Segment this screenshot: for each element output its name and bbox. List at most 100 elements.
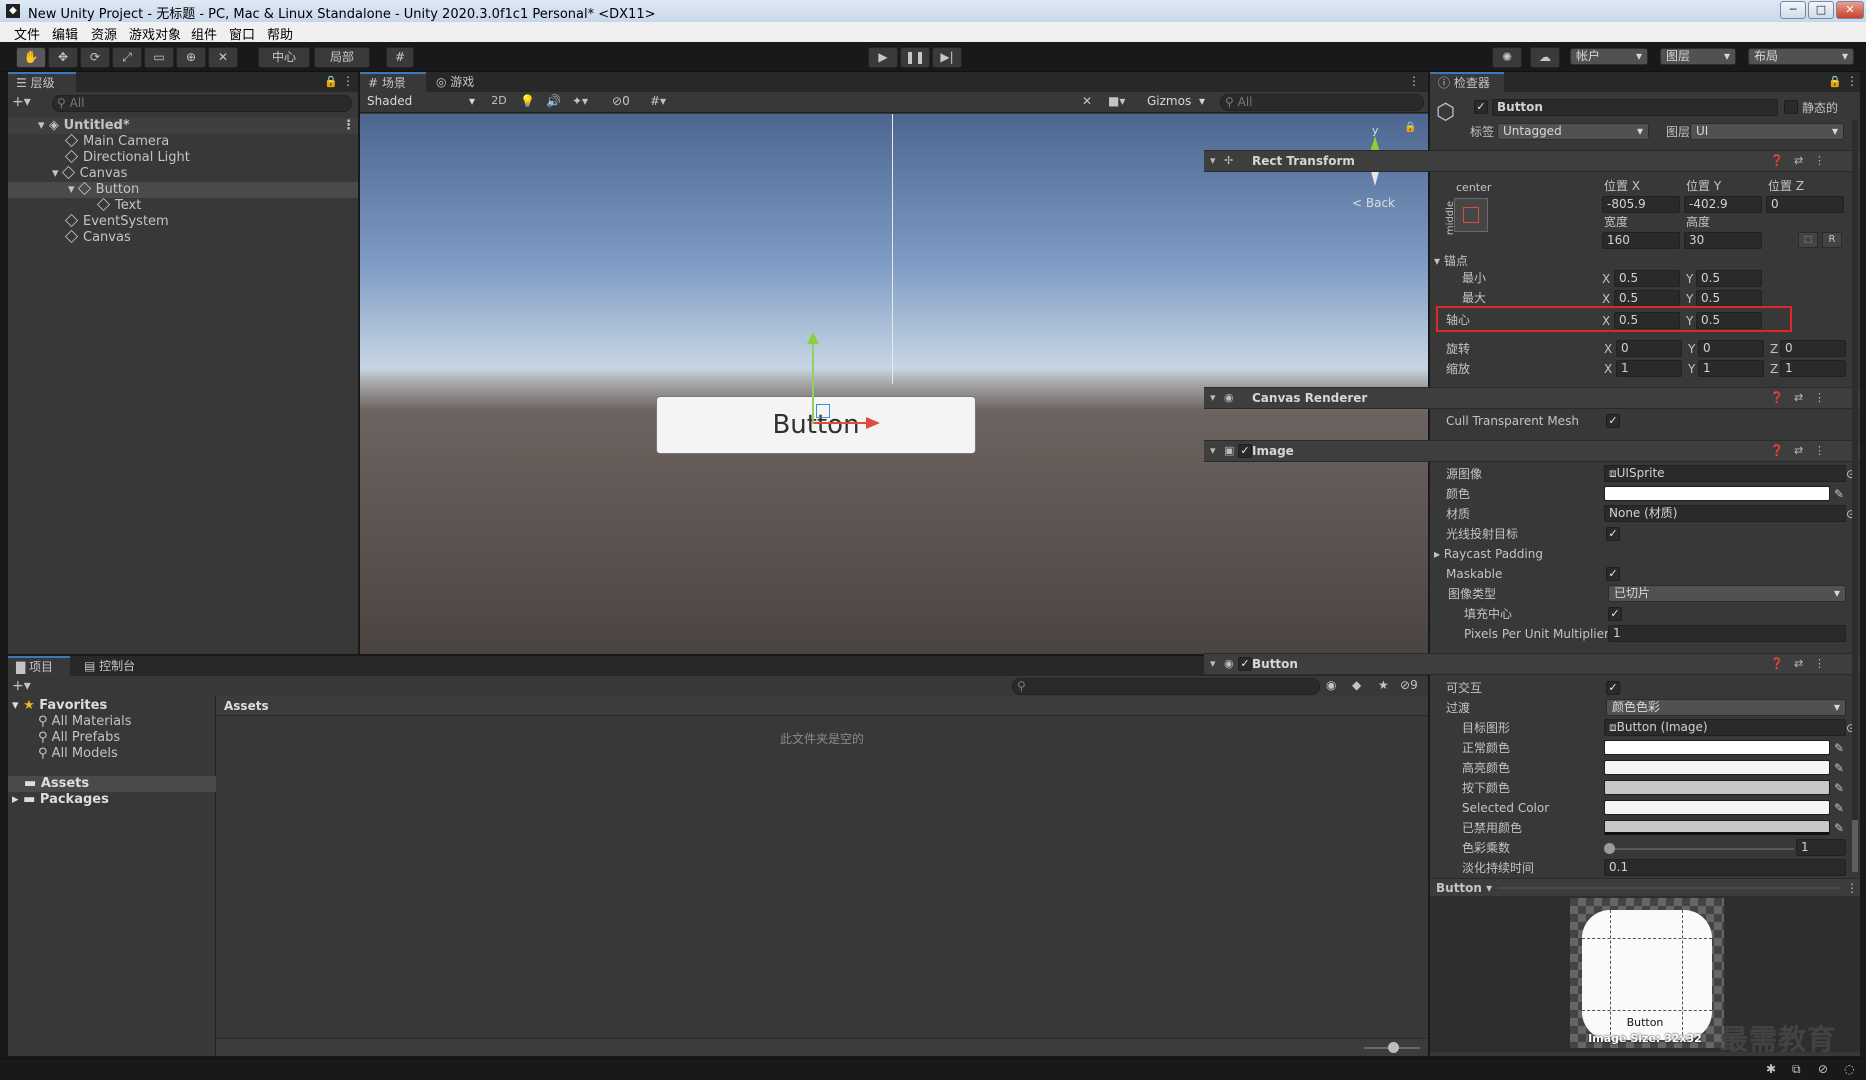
lock-icon[interactable]: 🔒 — [324, 75, 338, 88]
menu-dots-icon[interactable]: ⋮ — [342, 74, 354, 88]
component-menu-icon[interactable]: ⋮ — [1814, 444, 1825, 457]
color-swatch[interactable] — [1604, 486, 1830, 501]
object-name-field[interactable]: Button — [1492, 99, 1778, 116]
anchor-min-x-field[interactable]: 0.5 — [1614, 270, 1680, 287]
material-field[interactable]: None (材质) — [1604, 505, 1846, 522]
scene-viewport[interactable]: Button y x < Back 🔒 — [360, 114, 1428, 654]
inspector-scrollbar-thumb[interactable] — [1852, 820, 1858, 872]
pos-y-field[interactable]: -402.9 — [1684, 196, 1762, 213]
hierarchy-search-input[interactable]: ⚲ All — [52, 95, 352, 112]
minimize-button[interactable]: ─ — [1780, 1, 1806, 19]
color-multiplier-field[interactable]: 1 — [1796, 839, 1846, 856]
create-button[interactable]: +▾ — [12, 678, 42, 696]
packages-node[interactable]: ▸ ▬ Packages — [12, 792, 109, 808]
anchors-foldout[interactable]: ▾ 锚点 — [1434, 253, 1468, 269]
list-item[interactable]: ⚲ All Materials — [38, 714, 132, 730]
list-item[interactable]: ⚲ All Prefabs — [38, 730, 120, 746]
breadcrumb[interactable]: Assets — [216, 696, 1428, 716]
eyedropper-icon[interactable]: ✎ — [1834, 760, 1844, 776]
static-label[interactable]: 静态的 — [1802, 100, 1838, 116]
settings-icon[interactable]: ⇄ — [1794, 154, 1803, 167]
scene-search-input[interactable]: ⚲ All — [1220, 94, 1424, 111]
custom-tool-icon[interactable]: ✕ — [208, 47, 238, 68]
settings-icon[interactable]: ⇄ — [1794, 391, 1803, 404]
lock-icon[interactable]: 🔒 — [1404, 122, 1416, 133]
maximize-button[interactable]: □ — [1808, 1, 1834, 19]
selected-color-swatch[interactable] — [1604, 800, 1830, 815]
favorites-node[interactable]: ▾ ★ Favorites — [12, 698, 107, 714]
canvas-renderer-header[interactable]: ▾ ◉ Canvas Renderer ❓ ⇄ ⋮ — [1204, 387, 1860, 409]
rect-handle-icon[interactable] — [816, 404, 830, 418]
assets-node[interactable]: ▬ Assets — [8, 776, 216, 792]
image-enabled-checkbox[interactable]: ✓ — [1238, 444, 1252, 458]
gizmos-dropdown[interactable]: Gizmos — [1142, 94, 1210, 111]
maskable-checkbox[interactable]: ✓ — [1606, 567, 1620, 581]
pressed-color-swatch[interactable] — [1604, 780, 1830, 795]
rect-transform-header[interactable]: ▾ ✢ Rect Transform ❓ ⇄ ⋮ — [1204, 150, 1860, 172]
tab-console[interactable]: ▤ 控制台 — [76, 656, 152, 676]
tools-icon[interactable]: ✕ — [1082, 94, 1092, 108]
eyedropper-icon[interactable]: ✎ — [1834, 780, 1844, 796]
tab-scene[interactable]: # 场景 — [360, 72, 426, 92]
list-item[interactable]: Text — [96, 197, 141, 214]
pivot-local-button[interactable]: 局部 — [314, 47, 370, 68]
list-item-selected[interactable]: ▾ Button — [8, 181, 358, 198]
component-menu-icon[interactable]: ⋮ — [1814, 154, 1825, 167]
filter-type-icon[interactable]: ◉ — [1326, 678, 1336, 692]
transform-tool-icon[interactable]: ⊕ — [176, 47, 206, 68]
pivot-center-button[interactable]: 中心 — [258, 47, 310, 68]
layers-dropdown[interactable]: 图层 — [1660, 48, 1736, 65]
image-header[interactable]: ▾ ▣ ✓ Image ❓ ⇄ ⋮ — [1204, 440, 1860, 462]
snap-grid-icon[interactable]: # — [386, 47, 414, 68]
rotation-x-field[interactable]: 0 — [1616, 340, 1682, 357]
project-search-input[interactable]: ⚲ — [1012, 678, 1320, 695]
height-field[interactable]: 30 — [1684, 232, 1762, 249]
y-arrow-icon[interactable] — [807, 332, 819, 344]
inspector-scrollbar[interactable] — [1852, 120, 1858, 872]
tab-game[interactable]: ◎ 游戏 — [428, 72, 488, 92]
filter-label-icon[interactable]: ◆ — [1352, 678, 1361, 692]
eyedropper-icon[interactable]: ✎ — [1834, 486, 1844, 502]
menu-file[interactable]: 文件 — [14, 24, 40, 43]
menu-dots-icon[interactable]: ⋮ — [1408, 74, 1420, 88]
help-icon[interactable]: ❓ — [1770, 444, 1784, 457]
tag-dropdown[interactable]: Untagged — [1497, 123, 1649, 140]
menu-dots-icon[interactable]: ⋮ — [1846, 880, 1858, 896]
progress-status-icon[interactable]: ◌ — [1844, 1062, 1854, 1076]
source-image-field[interactable]: ⧈UISprite — [1604, 465, 1846, 482]
color-multiplier-slider-track[interactable] — [1608, 848, 1794, 850]
raw-edit-button[interactable]: R — [1822, 232, 1842, 248]
disabled-color-swatch[interactable] — [1604, 820, 1830, 835]
eyedropper-icon[interactable]: ✎ — [1834, 740, 1844, 756]
raycast-padding-foldout[interactable]: ▸ Raycast Padding — [1434, 546, 1543, 562]
settings-icon[interactable]: ⇄ — [1794, 657, 1803, 670]
preview-header[interactable]: Button ▾ ⋮ — [1430, 878, 1860, 896]
hand-tool-icon[interactable]: ✋ — [16, 47, 46, 68]
color-multiplier-slider-thumb[interactable] — [1604, 843, 1615, 854]
scene-row[interactable]: ▾ ◈ Untitled* ⋮ — [8, 118, 358, 134]
list-item[interactable]: ⚲ All Models — [38, 746, 118, 762]
button-enabled-checkbox[interactable]: ✓ — [1238, 657, 1252, 671]
static-checkbox[interactable] — [1784, 100, 1798, 114]
rotation-y-field[interactable]: 0 — [1698, 340, 1764, 357]
list-item[interactable]: Canvas — [64, 229, 131, 246]
hidden-packages-toggle[interactable]: ⊘9 — [1400, 678, 1418, 692]
anchor-max-x-field[interactable]: 0.5 — [1614, 290, 1680, 307]
pos-x-field[interactable]: -805.9 — [1602, 196, 1680, 213]
component-menu-icon[interactable]: ⋮ — [1814, 391, 1825, 404]
x-axis-handle[interactable] — [814, 422, 866, 424]
rotate-tool-icon[interactable]: ⟳ — [80, 47, 110, 68]
interactable-checkbox[interactable]: ✓ — [1606, 681, 1620, 695]
help-icon[interactable]: ❓ — [1770, 391, 1784, 404]
pivot-y-field[interactable]: 0.5 — [1696, 312, 1762, 329]
account-dropdown[interactable]: 帐户 — [1570, 48, 1648, 65]
scale-y-field[interactable]: 1 — [1698, 360, 1764, 377]
favorite-star-icon[interactable]: ★ — [1378, 678, 1389, 692]
help-icon[interactable]: ❓ — [1770, 657, 1784, 670]
mode-2d-toggle[interactable]: 2D — [488, 94, 510, 107]
anchor-preset-button[interactable] — [1454, 198, 1488, 232]
tab-project[interactable]: ▇ 项目 — [8, 656, 70, 676]
step-button[interactable]: ▶| — [932, 47, 962, 68]
audio-icon[interactable]: 🔊 — [546, 94, 561, 108]
close-button[interactable]: ✕ — [1836, 1, 1864, 19]
